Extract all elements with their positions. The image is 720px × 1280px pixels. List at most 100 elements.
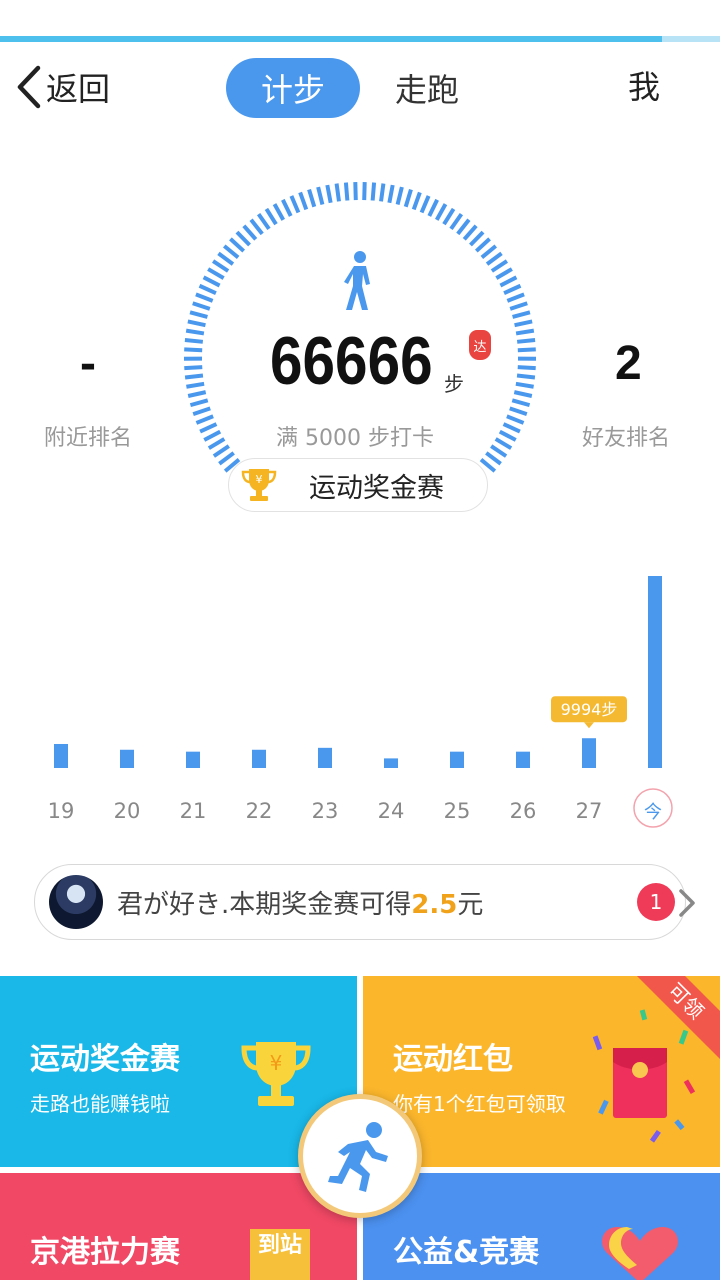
chart-x-tick-label: 19	[48, 799, 75, 823]
gauge-tick	[199, 422, 218, 434]
gauge-tick	[186, 381, 205, 389]
reward-notice-suffix: 元	[457, 889, 484, 920]
gauge-tick	[325, 184, 333, 204]
tab-walk-run[interactable]: 走跑	[372, 58, 482, 118]
gauge-tick	[242, 224, 258, 241]
unread-count-badge: 1	[637, 883, 675, 921]
goal-text: 满 5000 步打卡	[276, 426, 434, 451]
gauge-tick	[480, 244, 498, 259]
reward-notice[interactable]: 君が好き.本期奖金赛可得2.5元 1	[34, 864, 695, 940]
gauge-tick	[411, 191, 422, 211]
gauge-tick	[511, 398, 531, 408]
friend-rank-label[interactable]: 好友排名	[582, 420, 670, 452]
gauge-tick	[370, 182, 377, 201]
running-person-icon	[328, 1122, 388, 1192]
chart-x-tick-label: 25	[444, 799, 471, 823]
gauge-tick	[184, 365, 203, 371]
gauge-tick	[462, 224, 478, 241]
chart-tooltip-label: 9994步	[561, 700, 618, 719]
gauge-tick	[334, 183, 341, 202]
nearby-rank-label[interactable]: 附近排名	[44, 420, 132, 452]
card-charity-title: 公益&竞赛	[393, 1235, 540, 1270]
gauge-tick	[506, 292, 525, 303]
gauge-tick	[195, 292, 214, 303]
back-button[interactable]: 返回	[14, 62, 110, 112]
red-envelope-icon	[592, 1009, 696, 1143]
gauge-tick	[485, 451, 502, 466]
chart-x-tick-label: 26	[510, 799, 537, 823]
gauge-tick	[490, 444, 508, 458]
chart-x-tick-label: 20	[114, 799, 141, 823]
gauge-tick	[499, 275, 518, 288]
card-red-envelope-subtitle: 你有1个红包可领取	[393, 1092, 566, 1116]
chart-x-tick-label: 27	[576, 799, 603, 823]
gauge-tick	[395, 186, 404, 206]
gauge-tick	[387, 184, 395, 204]
gauge-tick	[212, 444, 230, 458]
friend-rank-value: 2	[615, 337, 642, 390]
gauge-tick	[434, 203, 448, 221]
card-rally[interactable]: 京港拉力赛 到站	[0, 1173, 357, 1280]
svg-text:¥: ¥	[256, 473, 263, 486]
chart-bar[interactable]	[648, 576, 662, 768]
gauge-tick	[235, 230, 251, 247]
gauge-tick	[217, 251, 235, 266]
gauge-tick	[198, 283, 217, 295]
contest-button[interactable]: ¥ 运动奖金赛	[228, 458, 488, 512]
top-progress-bar	[0, 36, 720, 42]
gauge-tick	[516, 337, 536, 344]
chart-bar[interactable]	[450, 751, 464, 768]
reward-amount: 2.5	[411, 889, 458, 920]
gauge-tick	[211, 259, 230, 273]
chart-bar[interactable]	[516, 751, 530, 768]
chart-bar[interactable]	[186, 751, 200, 768]
gauge-tick	[474, 237, 491, 253]
gauge-tick	[218, 451, 235, 466]
chart-bar[interactable]	[252, 749, 266, 768]
gauge-tick	[513, 390, 533, 398]
gauge-tick	[494, 437, 513, 450]
chart-x-tick-label: 今	[644, 802, 662, 823]
station-tag-icon: 到站	[250, 1229, 310, 1280]
gauge-tick	[272, 203, 286, 221]
chart-bar[interactable]	[54, 743, 68, 768]
chart-bar[interactable]	[120, 749, 134, 768]
gauge-tick	[264, 207, 278, 226]
card-rally-title: 京港拉力赛	[30, 1235, 180, 1270]
gauge-tick	[184, 337, 204, 344]
heart-icon	[602, 1227, 678, 1280]
gauge-tick	[517, 365, 536, 371]
gauge-tick	[456, 218, 471, 236]
chart-bar[interactable]	[318, 747, 332, 768]
gauge-tick	[514, 319, 533, 328]
top-progress-fill	[0, 36, 663, 42]
chart-x-tick-label: 21	[180, 799, 207, 823]
card-contest-subtitle: 走路也能赚钱啦	[30, 1092, 170, 1116]
chart-bar[interactable]	[582, 738, 596, 768]
gauge-tick	[189, 310, 208, 319]
daily-steps-chart: 19 20 21 22 23 24 25 26 27 今 9994步	[48, 576, 673, 828]
gauge-tick	[298, 191, 309, 211]
gauge-tick	[403, 188, 413, 208]
gauge-tick	[222, 244, 240, 259]
app-root: 返回 计步 走跑 我 66666 达 步 满 5000 步打卡 - 附近排名 2…	[0, 0, 720, 1280]
gauge-tick	[517, 347, 536, 353]
step-count-value: 66666	[270, 323, 433, 399]
gauge-tick	[184, 373, 204, 380]
chevron-right-icon	[679, 889, 695, 917]
start-run-button[interactable]	[298, 1094, 422, 1218]
gauge-tick	[498, 429, 517, 442]
chart-x-tick-label: 24	[378, 799, 405, 823]
gauge-tick	[509, 406, 528, 416]
gauge-tick	[427, 198, 439, 217]
tab-step-count[interactable]: 计步	[226, 58, 360, 118]
avatar	[49, 875, 103, 929]
gauge-tick	[515, 381, 534, 389]
gauge-tick	[512, 310, 531, 319]
card-charity[interactable]: 公益&竞赛	[363, 1173, 720, 1280]
chart-bar[interactable]	[384, 758, 398, 768]
gauge-tick	[195, 414, 214, 425]
me-button[interactable]: 我	[628, 62, 660, 108]
gauge-tick	[256, 212, 271, 231]
card-red-envelope-title: 运动红包	[393, 1042, 513, 1077]
